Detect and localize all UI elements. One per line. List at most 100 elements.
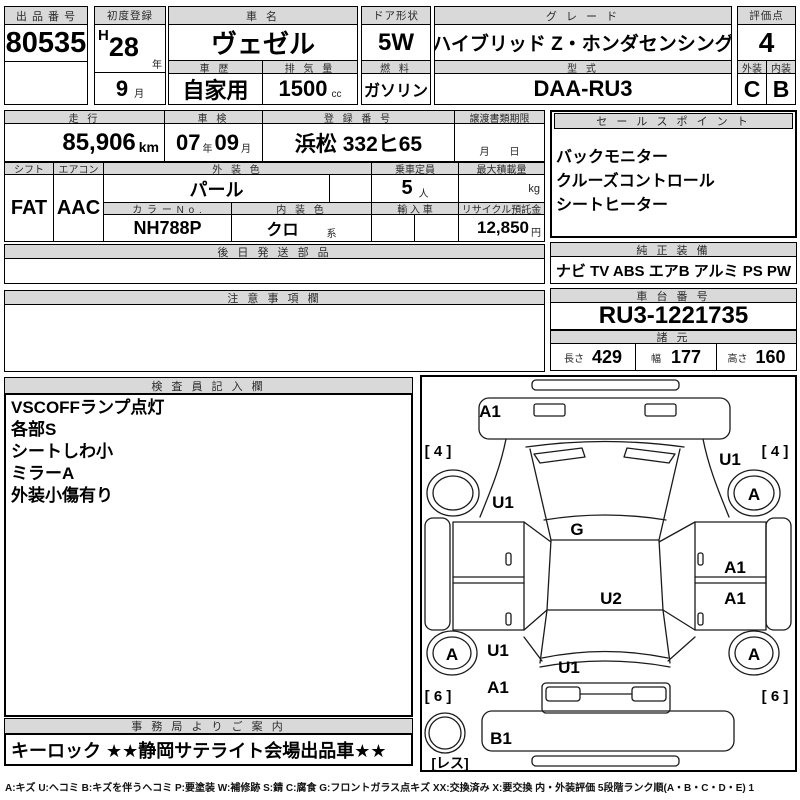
import-blank-cell-1 [371,214,415,242]
displacement-value: 1500 [278,76,328,101]
exterior-grade-value: C [737,73,767,105]
model-code-value: DAA-RU3 [434,73,732,105]
fuel-header: 燃 料 [361,60,431,74]
sales-point-item: バックモニター [556,149,669,166]
car-diagram-box: A1 [ 4 ] [ 4 ] U1 A U1 G A1 U2 A1 A U1 U1 A A1 [ 6 ] [ 6… [420,375,797,772]
damage-marker-tread-front-right: [ 4 ] [762,443,789,460]
office-notice-value: キーロック ★★静岡サテライト会場出品車★★ [4,733,413,766]
mileage-value: 85,906 [62,128,136,156]
first-reg-year-unit: 年 [152,60,162,71]
capacity-value: 5 [401,177,413,199]
shaken-cell: 07 年 09 月 [164,123,263,162]
recycle-unit: 円 [531,228,541,239]
dim-length-cell: 長さ 429 [550,343,636,371]
first-reg-header: 初度登録 [94,6,166,25]
grade-value: ハイブリッド Z・ホンダセンシング [434,24,732,61]
shaken-month: 09 [214,129,239,155]
mileage-unit: km [138,138,159,155]
equipment-header: 純 正 装 備 [550,242,797,257]
first-reg-month: 9 [115,75,129,101]
grade-header: グ レ ー ド [434,6,732,25]
exterior-grade-header: 外装 [737,60,767,74]
recycle-cell: 12,850 円 [458,214,545,242]
first-reg-year: 28 [108,32,139,62]
ext-color-value: パール [103,174,330,203]
auction-no-header: 出 品 番 号 [4,6,88,25]
inspector-note: シートしわ小 [11,442,113,461]
shift-value: FAT [4,174,54,242]
plate-header: 登 録 番 号 [262,110,455,124]
auction-no-blank-box [4,61,88,105]
damage-marker-right-front-door: A1 [724,558,746,577]
first-reg-year-cell: H 28 年 [94,24,166,73]
displacement-header: 排 気 量 [262,60,358,74]
sales-point-list: バックモニター クルーズコントロール シートヒーター [556,146,793,218]
door-header: ドア形状 [361,6,431,25]
damage-marker-rear-right-wheel: A [748,645,760,664]
int-color-cell: クロ 系 [231,214,372,242]
color-no-value: NH788P [103,214,232,242]
int-color-value: クロ [266,222,299,239]
first-reg-month-cell: 9 月 [94,72,166,105]
chassis-no-value: RU3-1221735 [550,302,797,330]
auction-no-value: 80535 [4,24,88,62]
chassis-no-header: 車 台 番 号 [550,288,797,303]
capacity-cell: 5 人 [371,174,459,203]
inspector-header: 検 査 員 記 入 欄 [4,377,413,394]
car-name-header: 車 名 [168,6,358,25]
score-header: 評価点 [737,6,796,25]
shaken-header: 車 検 [164,110,263,124]
damage-marker-front-right-fender: U1 [719,450,741,469]
plate-value: 浜松 332ヒ65 [262,123,455,162]
dimensions-header: 諸 元 [550,330,797,344]
damage-marker-left-rear-fender: U1 [487,641,509,660]
office-notice-header: 事 務 局 よ り ご 案 内 [4,718,413,734]
shaken-year-unit: 年 [202,144,213,155]
dim-width-cell: 幅 177 [635,343,717,371]
dim-height-value: 160 [755,346,786,367]
later-parts-header: 後 日 発 送 部 品 [4,244,545,259]
transfer-deadline-header: 譲渡書類期限 [454,110,545,124]
dim-width-label: 幅 [650,353,661,365]
sales-point-header: セ ー ル ス ポ イ ン ト [554,113,793,129]
history-header: 車 歴 [168,60,263,74]
inspector-notes-box: VSCOFFランプ点灯 各部S シートしわ小 ミラーA 外装小傷有り [4,393,413,717]
damage-marker-windshield: G [570,520,583,539]
damage-marker-tread-rear-right: [ 6 ] [762,688,789,705]
damage-marker-front-bumper: A1 [479,402,501,421]
caution-header: 注 意 事 項 欄 [4,290,545,305]
later-parts-blank [4,258,545,284]
damage-marker-spare-tire: [レス] [431,755,468,770]
car-name-value: ヴェゼル [168,24,358,61]
payload-cell: kg [458,174,545,203]
inspector-note: VSCOFFランプ点灯 [11,398,165,417]
fuel-value: ガソリン [361,73,431,105]
history-value: 自家用 [168,73,263,105]
damage-marker-left-quarter-panel: A1 [487,678,509,697]
dim-width-value: 177 [670,346,702,367]
recycle-value: 12,850 [477,218,529,237]
caution-blank [4,304,545,372]
inspector-note: 各部S [11,420,57,439]
ext-color-blank-cell [329,174,372,203]
interior-grade-header: 内装 [766,60,796,74]
sales-point-item: クルーズコントロール [556,173,715,190]
damage-marker-rear-left-wheel: A [446,645,458,664]
sales-point-item: シートヒーター [556,197,669,214]
dim-height-cell: 高さ 160 [716,343,797,371]
damage-code-legend: A:キズ U:ヘコミ B:キズを伴うヘコミ P:要塗装 W:補修跡 S:錆 C:… [5,783,755,794]
shaken-month-unit: 月 [240,144,251,155]
transfer-deadline-value: 月 日 [454,123,545,162]
import-blank-cell-2 [414,214,459,242]
capacity-unit: 人 [418,189,429,200]
damage-marker-front-left-fender: U1 [492,493,514,512]
auction-sheet: 出 品 番 号 80535 初度登録 H 28 年 9 月 車 名 ヴェゼル 車… [0,0,800,800]
damage-marker-tread-rear-left: [ 6 ] [425,688,452,705]
mileage-header: 走 行 [4,110,165,124]
displacement-unit: cc [331,88,342,100]
damage-marker-floor-center: U2 [600,589,622,608]
damage-marker-tread-front-left: [ 4 ] [425,443,452,460]
model-code-header: 型 式 [434,60,732,74]
damage-marker-rear-floor: U1 [558,658,580,677]
int-color-unit: 系 [326,228,337,240]
